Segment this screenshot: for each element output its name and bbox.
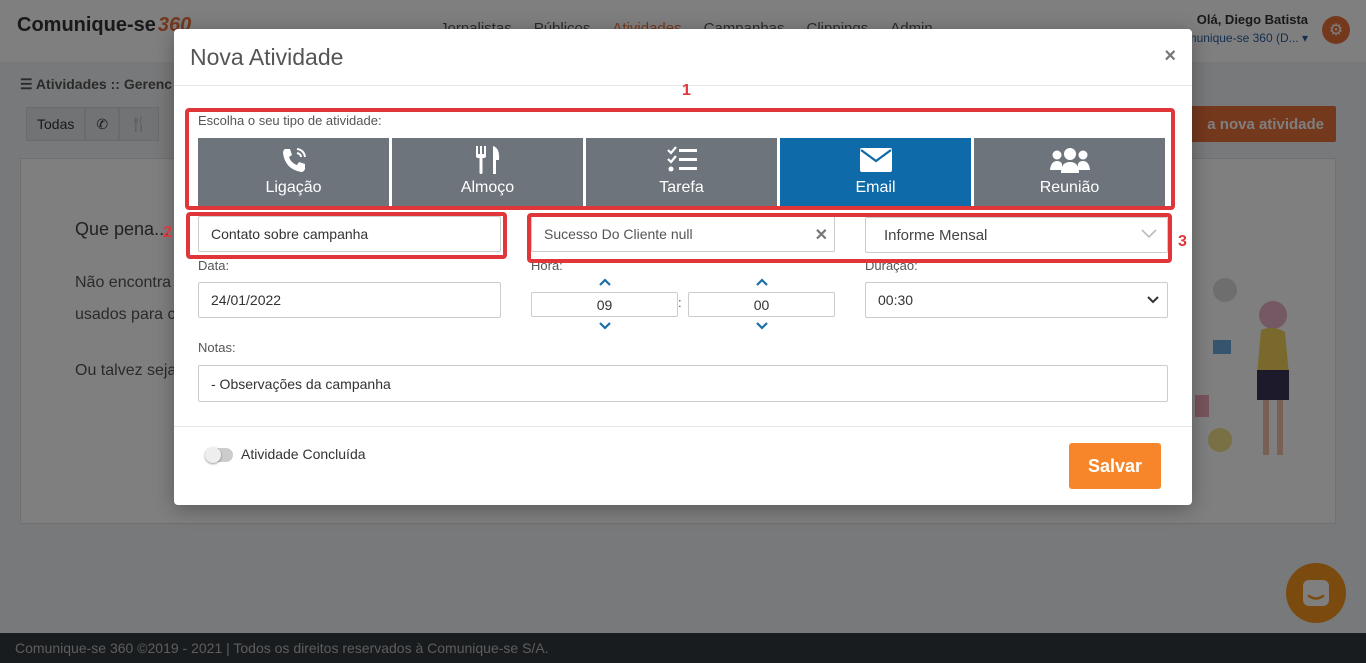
minute-up-icon[interactable] bbox=[755, 277, 769, 287]
annotation-box-3 bbox=[527, 213, 1172, 263]
hour-up-icon[interactable] bbox=[598, 277, 612, 287]
notes-label: Notas: bbox=[198, 340, 236, 355]
duration-select[interactable]: 00:30 bbox=[865, 282, 1168, 318]
modal-header: Nova Atividade × bbox=[174, 29, 1192, 86]
annotation-number-3: 3 bbox=[1178, 233, 1187, 250]
notes-textarea[interactable]: - Observações da campanha bbox=[198, 365, 1168, 402]
hour-down-icon[interactable] bbox=[598, 321, 612, 331]
chevron-down-icon bbox=[1147, 296, 1159, 304]
modal-footer-divider bbox=[174, 426, 1192, 427]
completed-label: Atividade Concluída bbox=[241, 446, 366, 462]
close-icon[interactable]: × bbox=[1164, 45, 1176, 68]
annotation-number-1: 1 bbox=[682, 82, 691, 99]
minute-input[interactable]: 00 bbox=[688, 292, 835, 317]
minute-down-icon[interactable] bbox=[755, 321, 769, 331]
modal-title: Nova Atividade bbox=[190, 44, 344, 70]
time-separator: : bbox=[678, 295, 682, 310]
date-input[interactable]: 24/01/2022 bbox=[198, 282, 501, 318]
save-button[interactable]: Salvar bbox=[1069, 443, 1161, 489]
date-label: Data: bbox=[198, 258, 230, 273]
hour-input[interactable]: 09 bbox=[531, 292, 678, 317]
annotation-number-2: 2 bbox=[163, 224, 172, 241]
completed-toggle[interactable] bbox=[205, 447, 233, 463]
annotation-box-1 bbox=[185, 108, 1175, 210]
annotation-box-2 bbox=[186, 212, 507, 259]
duration-value: 00:30 bbox=[878, 292, 914, 308]
new-activity-modal: Nova Atividade × Escolha o seu tipo de a… bbox=[174, 29, 1192, 505]
